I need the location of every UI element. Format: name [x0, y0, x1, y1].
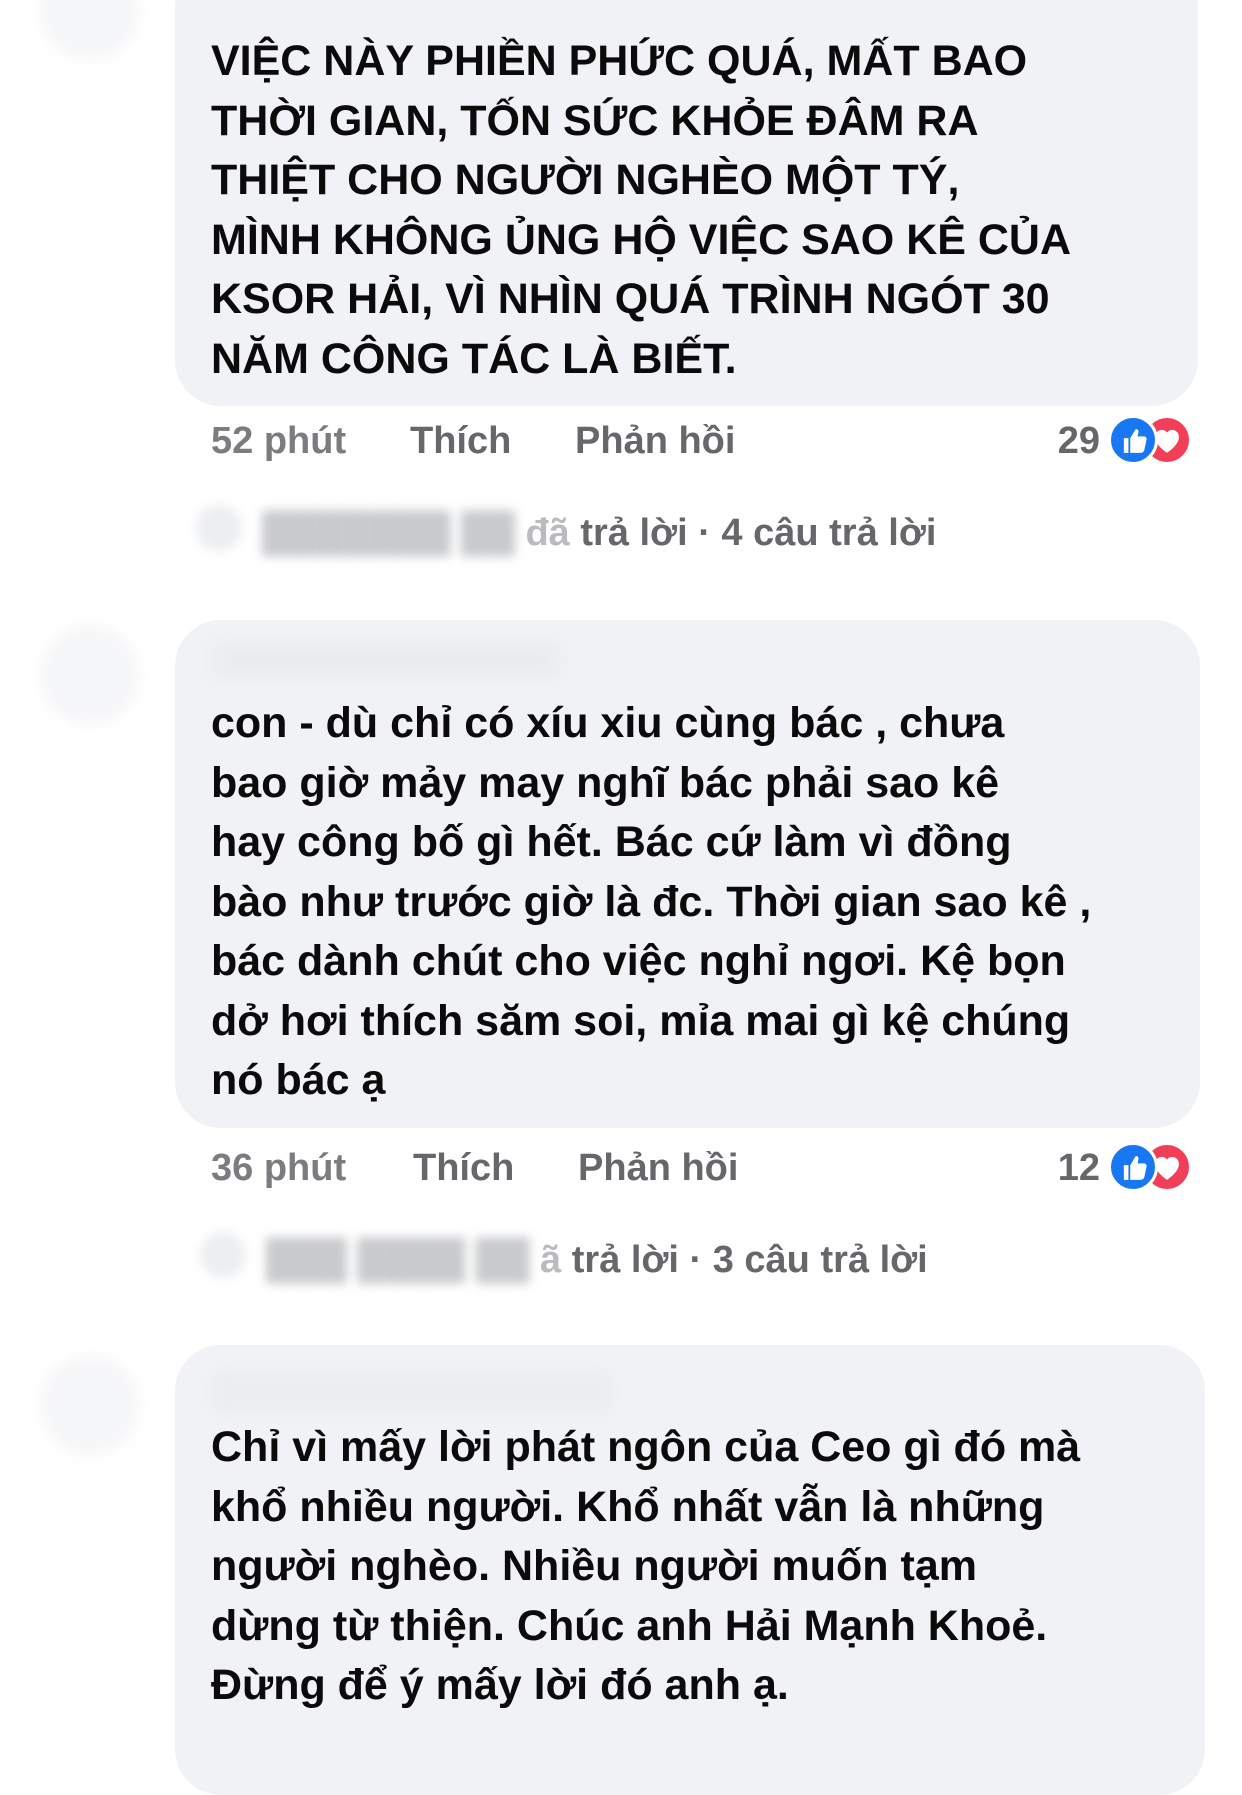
reply-author-name: ███ ████ ██	[266, 1239, 530, 1281]
comment-text: Chỉ vì mấy lời phát ngôn của Ceo gì đó m…	[211, 1423, 1081, 1709]
replies-prefix-faded: đã	[525, 512, 570, 554]
reply-avatar	[200, 1232, 246, 1278]
reply-button[interactable]: Phản hồi	[575, 420, 735, 463]
commenter-avatar[interactable]	[40, 0, 140, 60]
comment-text: VIỆC NÀY PHIỀN PHỨC QUÁ, MẤT BAO THỜI GI…	[211, 37, 1072, 383]
replies-prefix: trả lời	[571, 1239, 679, 1281]
reply-button[interactable]: Phản hồi	[578, 1147, 738, 1190]
like-button[interactable]: Thích	[413, 1147, 514, 1190]
comment-author-name[interactable]	[211, 640, 561, 680]
comment-timestamp[interactable]: 52 phút	[211, 420, 346, 463]
reaction-count[interactable]: 29	[1030, 420, 1100, 463]
reaction-count[interactable]: 12	[1030, 1147, 1100, 1190]
comment-author-name[interactable]	[211, 1372, 611, 1412]
comment-timestamp[interactable]: 36 phút	[211, 1147, 346, 1190]
reply-author-name: ███████ ██	[262, 512, 515, 554]
view-replies-link[interactable]: ███████ ██ đã trả lời · 4 câu trả lời	[262, 512, 936, 555]
view-replies-link[interactable]: ███ ████ ██ ã trả lời · 3 câu trả lời	[266, 1239, 928, 1282]
replies-prefix-faded: ã	[539, 1239, 562, 1281]
like-button[interactable]: Thích	[410, 420, 511, 463]
replies-count: · 3 câu trả lời	[689, 1239, 928, 1281]
replies-count: · 4 câu trả lời	[698, 512, 937, 554]
comment-text: con - dù chỉ có xíu xiu cùng bác , chưa …	[211, 699, 1092, 1104]
commenter-avatar[interactable]	[40, 1355, 140, 1455]
replies-prefix: trả lời	[580, 512, 688, 554]
commenter-avatar[interactable]	[40, 625, 140, 725]
thumbs-up-icon[interactable]	[1108, 1142, 1158, 1192]
thumbs-up-icon[interactable]	[1108, 415, 1158, 465]
reply-avatar	[196, 505, 242, 551]
